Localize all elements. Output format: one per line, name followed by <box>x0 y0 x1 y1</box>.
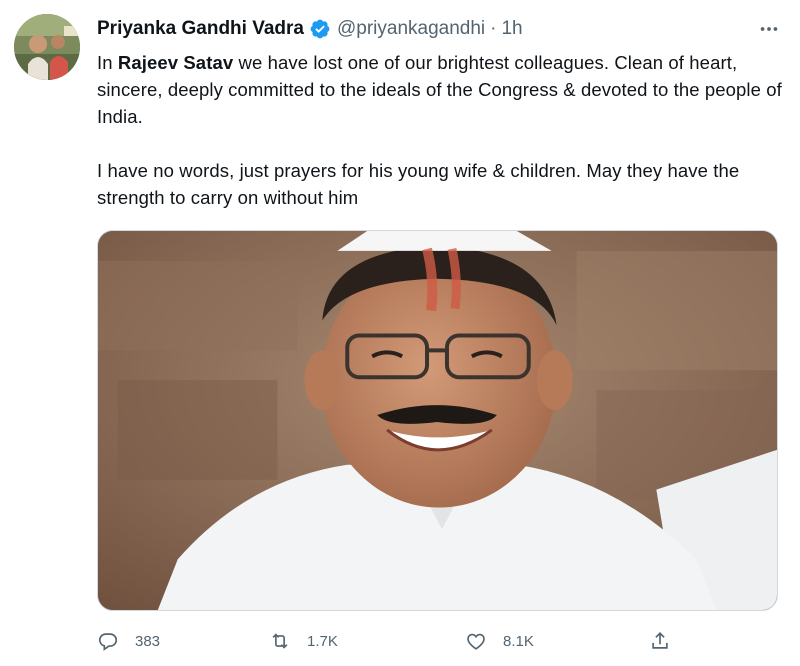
tweet-header: Priyanka Gandhi Vadra @priyankagandhi · … <box>97 14 523 44</box>
like-button[interactable]: 8.1K <box>465 624 534 658</box>
like-count: 8.1K <box>503 632 534 650</box>
tweet-timestamp[interactable]: 1h <box>501 18 522 40</box>
tweet-paragraph: In Rajeev Satav we have lost one of our … <box>97 52 782 127</box>
retweet-icon <box>269 630 291 652</box>
tweet-paragraph: I have no words, just prayers for his yo… <box>97 160 740 208</box>
share-button[interactable] <box>649 624 671 658</box>
retweet-count: 1.7K <box>307 632 338 650</box>
author-handle[interactable]: @priyankagandhi <box>337 18 485 40</box>
tweet-text: In Rajeev Satav we have lost one of our … <box>97 49 787 211</box>
more-options-icon[interactable] <box>752 12 786 46</box>
tweet-actions: 383 1.7K 8.1K <box>97 624 697 658</box>
display-name[interactable]: Priyanka Gandhi Vadra <box>97 18 304 40</box>
verified-badge-icon <box>309 18 331 40</box>
highlighted-name: Rajeev Satav <box>117 52 234 73</box>
retweet-button[interactable]: 1.7K <box>269 624 338 658</box>
heart-icon <box>465 630 487 652</box>
tweet-photo[interactable] <box>97 230 778 611</box>
avatar[interactable] <box>14 14 80 80</box>
separator-dot: · <box>490 18 497 39</box>
tweet-card[interactable]: Priyanka Gandhi Vadra @priyankagandhi · … <box>0 0 800 666</box>
reply-button[interactable]: 383 <box>97 624 160 658</box>
reply-count: 383 <box>135 632 161 650</box>
share-icon <box>649 630 671 652</box>
reply-icon <box>97 630 119 652</box>
